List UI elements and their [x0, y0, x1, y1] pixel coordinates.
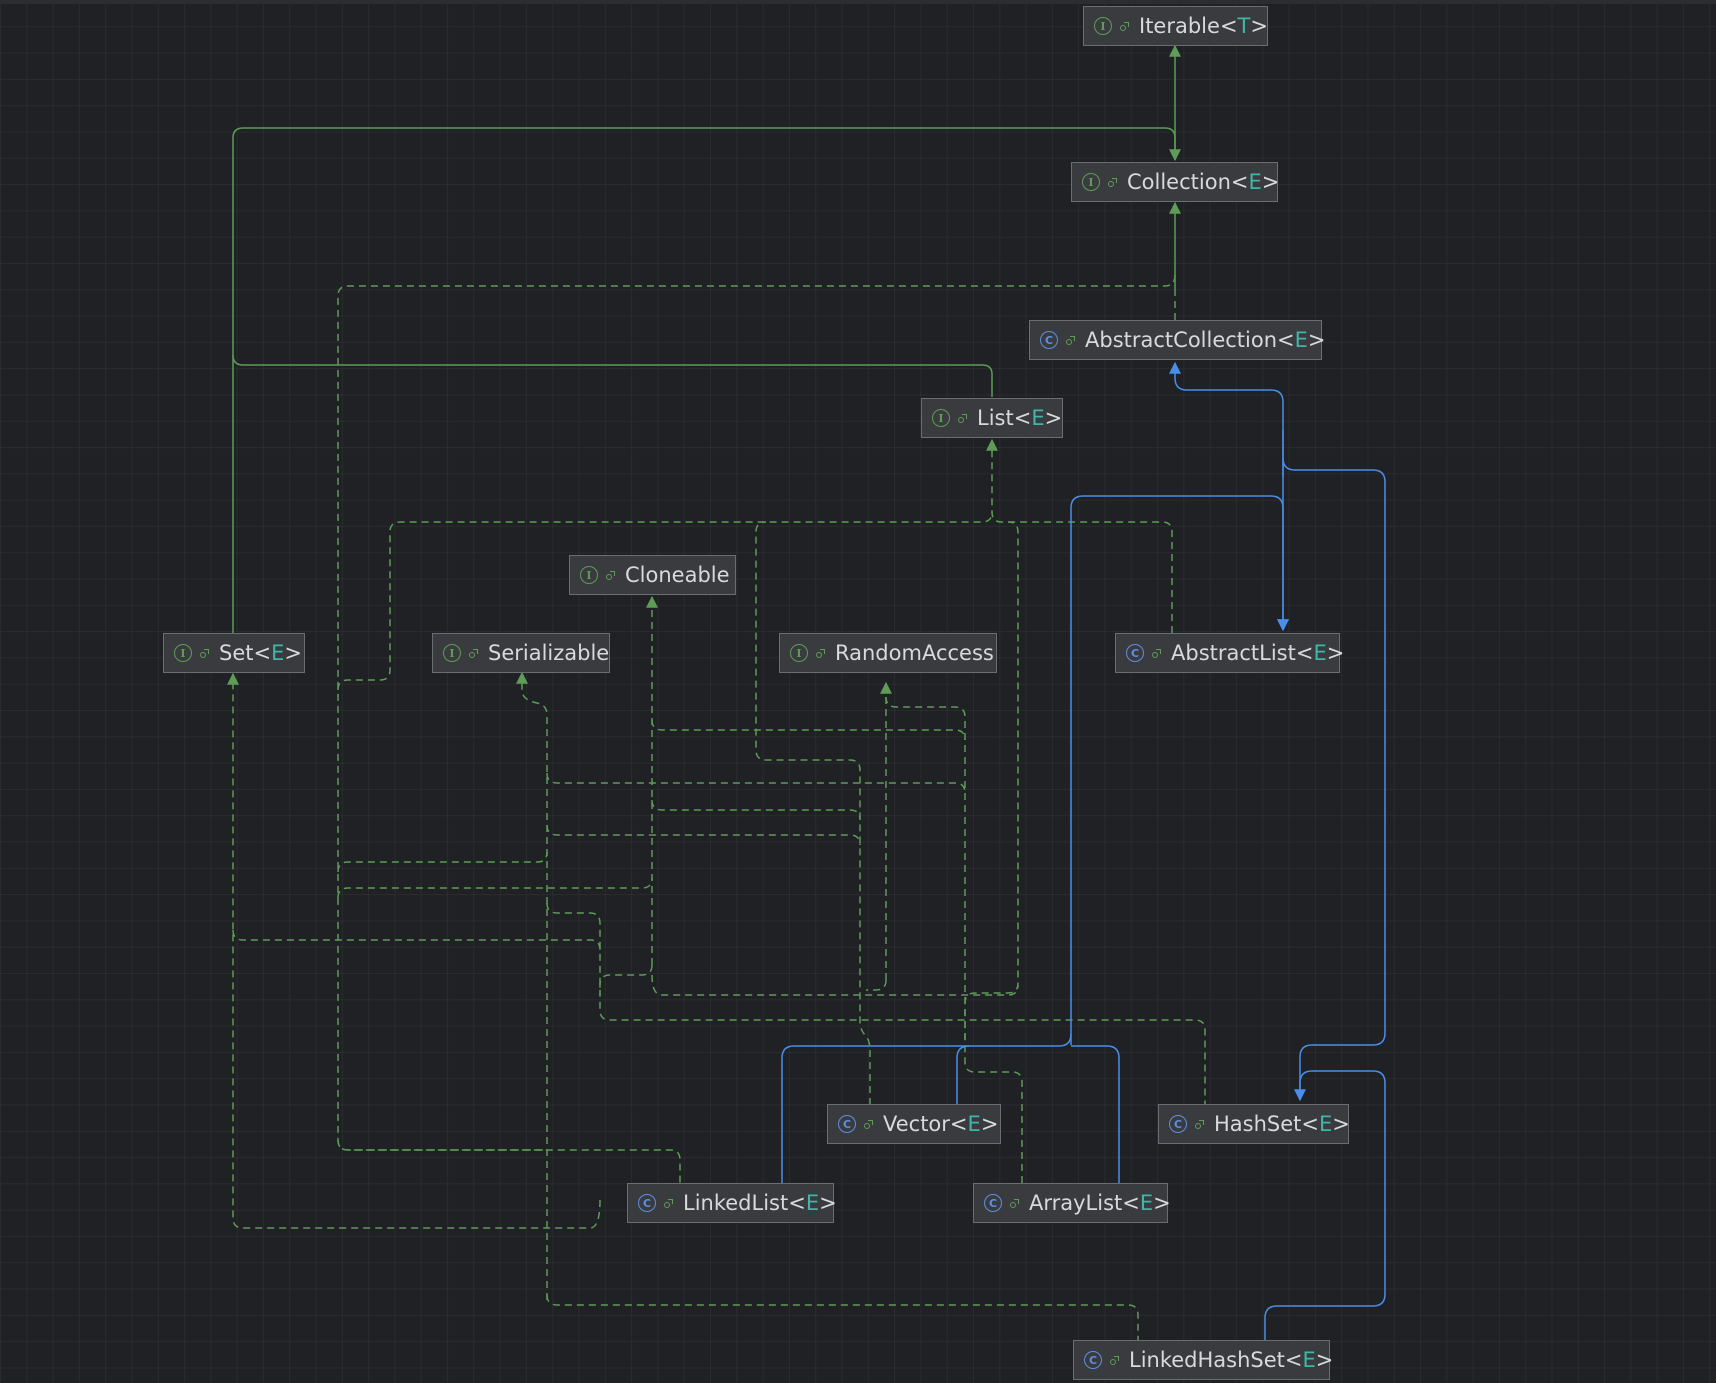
type-param: E: [1319, 1112, 1333, 1136]
class-icon: C: [984, 1194, 1002, 1212]
class-icon: C: [1084, 1351, 1102, 1369]
class-icon: C: [838, 1115, 856, 1133]
node-set[interactable]: I Set < E >: [163, 633, 305, 673]
edge-vector-extends: [956, 1045, 970, 1105]
node-abstract-list[interactable]: C AbstractList < E >: [1115, 633, 1344, 673]
type-param: E: [805, 1191, 820, 1215]
class-icon: C: [638, 1194, 656, 1212]
edge-serializable-row-2: [546, 824, 861, 846]
node-vector[interactable]: C Vector < E >: [827, 1104, 1001, 1144]
public-visibility-icon: [200, 648, 209, 658]
node-name: Cloneable: [625, 563, 730, 587]
edge-cloneable-row-3: [337, 877, 653, 899]
public-visibility-icon: [1010, 1198, 1019, 1208]
public-visibility-icon: [1120, 21, 1129, 31]
edge-arraylist-randomaccess: [885, 696, 966, 1040]
public-visibility-icon: [606, 570, 615, 580]
edge-linkedlist-row: [337, 1139, 547, 1151]
edge-abstractlist-implements-list: [986, 438, 1173, 633]
public-visibility-icon: [1195, 1119, 1204, 1129]
node-abstract-collection[interactable]: C AbstractCollection < E >: [1029, 320, 1326, 360]
node-linked-hash-set[interactable]: C LinkedHashSet < E >: [1073, 1340, 1333, 1380]
interface-icon: I: [790, 644, 808, 662]
type-param: E: [1302, 1348, 1316, 1372]
edge-to-serializable: [516, 671, 548, 1300]
type-param: E: [1313, 641, 1327, 665]
edge-serializable-row-3: [337, 851, 548, 873]
node-name: Set: [219, 641, 254, 665]
interface-icon: I: [443, 644, 461, 662]
edge-cloneable-row: [651, 719, 966, 741]
edge-vector-row: [651, 974, 1019, 996]
public-visibility-icon: [958, 413, 967, 423]
edge-serializable-hashset: [546, 902, 1206, 1105]
node-collection[interactable]: I Collection < E >: [1071, 162, 1279, 202]
interface-icon: I: [174, 644, 192, 662]
node-array-list[interactable]: C ArrayList < E >: [973, 1183, 1171, 1223]
node-random-access[interactable]: I RandomAccess: [779, 633, 997, 673]
node-hash-set[interactable]: C HashSet < E >: [1158, 1104, 1350, 1144]
type-param: E: [271, 641, 285, 665]
type-param: E: [967, 1112, 981, 1136]
type-param: E: [1139, 1191, 1154, 1215]
edge-vector-implements-list: [755, 521, 871, 1105]
node-list[interactable]: I List < E >: [921, 398, 1063, 438]
public-visibility-icon: [469, 648, 478, 658]
edge-hashset-extends-abstractcollection: [1282, 457, 1386, 1102]
interface-icon: I: [1082, 173, 1100, 191]
public-visibility-icon: [1066, 335, 1075, 345]
edge-set-row: [232, 929, 601, 951]
edge-list-classes-to-abstractlist: [1070, 495, 1289, 1045]
public-visibility-icon: [664, 1198, 673, 1208]
edge-cloneable-row-2: [651, 799, 861, 821]
type-param: E: [1031, 406, 1045, 430]
node-cloneable[interactable]: I Cloneable: [569, 555, 736, 595]
edge-arraylist-implements-list: [964, 521, 1023, 1183]
node-serializable[interactable]: I Serializable: [432, 633, 610, 673]
node-name: RandomAccess: [835, 641, 994, 665]
class-icon: C: [1040, 331, 1058, 349]
node-name: Collection: [1127, 170, 1231, 194]
node-name: AbstractCollection: [1085, 328, 1278, 352]
type-param: E: [1294, 328, 1308, 352]
public-visibility-icon: [1110, 1355, 1119, 1365]
node-name: HashSet: [1214, 1112, 1302, 1136]
edge-hashset-implements-set: [227, 672, 601, 1229]
relationship-edges: [227, 44, 1386, 1341]
edge-list-to-collection: [232, 354, 993, 397]
node-name: LinkedHashSet: [1129, 1348, 1285, 1372]
class-icon: C: [1126, 644, 1144, 662]
public-visibility-icon: [1152, 648, 1161, 658]
interface-icon: I: [932, 409, 950, 427]
type-param: T: [1237, 14, 1251, 38]
node-iterable[interactable]: I Iterable < T >: [1083, 6, 1268, 46]
interface-icon: I: [1094, 17, 1112, 35]
node-name: AbstractList: [1171, 641, 1296, 665]
interface-icon: I: [580, 566, 598, 584]
type-param: E: [1248, 170, 1262, 194]
edge-to-randomaccess: [866, 683, 886, 991]
edge-serializable-linkedhashset: [546, 1294, 1139, 1341]
edge-serializable-row: [546, 772, 966, 794]
node-name: Serializable: [488, 641, 610, 665]
public-visibility-icon: [864, 1119, 873, 1129]
node-name: Iterable: [1139, 14, 1220, 38]
class-icon: C: [1169, 1115, 1187, 1133]
public-visibility-icon: [816, 648, 825, 658]
node-linked-list[interactable]: C LinkedList < E >: [627, 1183, 837, 1223]
node-name: Vector: [883, 1112, 950, 1136]
node-name: ArrayList: [1029, 1191, 1123, 1215]
node-name: LinkedList: [683, 1191, 789, 1215]
public-visibility-icon: [1108, 177, 1117, 187]
edge-arraylist-extends: [1071, 1045, 1120, 1183]
edge-abstractlist-extends-abstractcollection: [1169, 361, 1284, 477]
node-name: List: [977, 406, 1014, 430]
